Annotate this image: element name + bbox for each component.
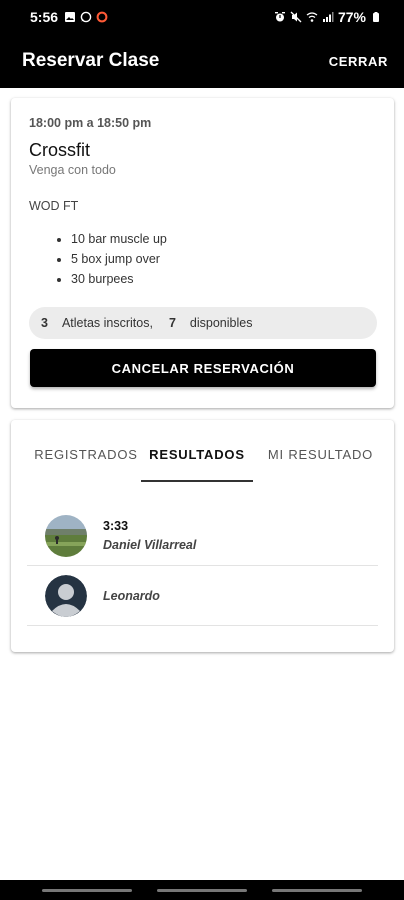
result-text: Leonardo [103, 589, 160, 603]
whatsapp-icon [80, 11, 92, 23]
class-subtitle: Venga con todo [29, 163, 116, 177]
system-navigation-bar [0, 880, 404, 900]
status-bar: 5:56 77% [0, 0, 404, 34]
tab-mi-resultado[interactable]: MI RESULTADO [253, 420, 394, 482]
tab-registrados[interactable]: REGISTRADOS [11, 420, 141, 482]
results-card: REGISTRADOS RESULTADOS MI RESULTADO 3:33… [11, 420, 394, 652]
wod-item: 30 burpees [71, 269, 376, 289]
avatar-photo-icon [45, 514, 87, 557]
gallery-icon [65, 12, 76, 22]
class-time-range: 18:00 pm a 18:50 pm [29, 116, 152, 130]
result-text: 3:33 Daniel Villarreal [103, 519, 196, 552]
enrolled-label: Atletas inscritos, [61, 316, 153, 330]
cancel-reservation-button[interactable]: CANCELAR RESERVACIÓN [30, 349, 376, 387]
available-label: disponibles [189, 316, 253, 330]
notification-icons [64, 11, 108, 23]
system-icons: 77% [274, 9, 382, 25]
default-person-icon [45, 574, 87, 617]
wod-item: 10 bar muscle up [71, 229, 376, 249]
mute-icon [290, 11, 302, 23]
avatar [45, 574, 87, 617]
signal-icon [322, 12, 334, 22]
tab-resultados[interactable]: RESULTADOS [141, 420, 253, 482]
nav-back-handle[interactable] [271, 888, 362, 892]
tab-bar: REGISTRADOS RESULTADOS MI RESULTADO [11, 420, 394, 482]
close-button[interactable]: CERRAR [329, 54, 388, 69]
class-name: Crossfit [29, 140, 91, 160]
app-bar: Reservar Clase CERRAR [0, 34, 404, 88]
available-count: 7 [168, 316, 176, 330]
wod-title: WOD FT [29, 199, 79, 213]
app-ring-icon [96, 11, 108, 23]
availability-stats: 3 Atletas inscritos, 7 disponibles [29, 307, 377, 339]
battery-level: 77% [337, 9, 366, 25]
avatar [45, 514, 87, 557]
enrolled-count: 3 [41, 316, 48, 330]
list-item[interactable]: 3:33 Daniel Villarreal [27, 506, 378, 566]
wifi-icon [306, 12, 318, 22]
alarm-icon [274, 12, 285, 22]
status-time: 5:56 [30, 9, 59, 25]
nav-recent-handle[interactable] [42, 888, 133, 892]
page-title: Reservar Clase [22, 50, 160, 71]
athlete-name: Leonardo [103, 588, 160, 603]
wod-item: 5 box jump over [71, 249, 376, 269]
results-list: 3:33 Daniel Villarreal Leonardo [11, 482, 394, 626]
nav-home-handle[interactable] [156, 888, 247, 892]
list-item[interactable]: Leonardo [27, 566, 378, 626]
wod-list: 10 bar muscle up 5 box jump over 30 burp… [29, 229, 376, 289]
class-details-card: 18:00 pm a 18:50 pm Crossfit Venga con t… [11, 98, 394, 408]
result-score: 3:33 [103, 519, 129, 533]
athlete-name: Daniel Villarreal [103, 538, 197, 552]
battery-icon [373, 12, 379, 22]
